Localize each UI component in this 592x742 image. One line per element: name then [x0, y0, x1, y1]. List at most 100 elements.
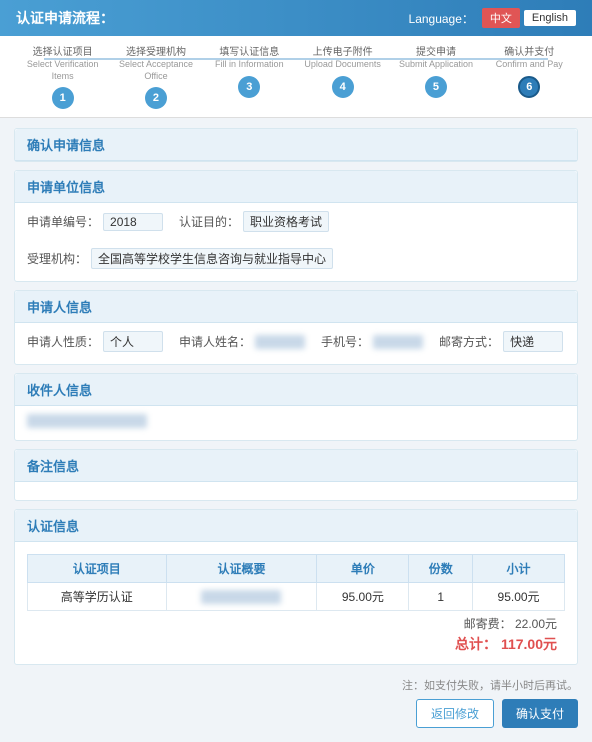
step-5-label: 提交申请 Submit Application — [399, 46, 473, 71]
applicant-body: 申请人性质： 个人 申请人姓名： 手机号： 邮寄方式： 快递 — [15, 323, 577, 364]
cell-summary-0 — [166, 583, 317, 611]
step-1-en: Select Verification Items — [16, 59, 109, 82]
grand-total-row: 总计： 117.00元 — [35, 634, 557, 654]
cert-purpose-value: 职业资格考试 — [243, 211, 329, 232]
step-1-label: 选择认证项目 Select Verification Items — [16, 46, 109, 82]
remarks-header: 备注信息 — [15, 450, 577, 482]
applicant-type-item: 申请人性质： 个人 — [27, 331, 163, 352]
office-label: 受理机构： — [27, 250, 87, 267]
cert-info-section: 认证信息 认证项目 认证概要 单价 份数 小计 高等学历认证 95.00元 — [14, 509, 578, 665]
col-subtotal: 小计 — [473, 555, 565, 583]
applicant-name-item: 申请人姓名： — [179, 331, 305, 352]
confirm-section: 确认申请信息 — [14, 128, 578, 162]
applicant-header: 申请人信息 — [15, 291, 577, 323]
remarks-body — [15, 482, 577, 500]
office-item: 受理机构： 全国高等学校学生信息咨询与就业指导中心 — [27, 248, 333, 269]
order-label: 申请单编号： — [27, 213, 99, 230]
step-6-en: Confirm and Pay — [496, 59, 563, 71]
step-6-circle: 6 — [518, 76, 540, 98]
cell-quantity-0: 1 — [409, 583, 473, 611]
order-value: 2018 — [103, 213, 163, 231]
apply-unit-body: 申请单编号： 2018 认证目的： 职业资格考试 受理机构： 全国高等学校学生信… — [15, 203, 577, 281]
confirm-section-header: 确认申请信息 — [15, 129, 577, 161]
step-5-circle: 5 — [425, 76, 447, 98]
step-2-en: Select Acceptance Office — [109, 59, 202, 82]
language-switcher: Language： 中文 English — [409, 8, 576, 28]
cell-project-0: 高等学历认证 — [28, 583, 167, 611]
step-5: 提交申请 Submit Application 5 — [389, 46, 482, 98]
steps-row: 选择认证项目 Select Verification Items 1 选择受理机… — [16, 46, 576, 109]
language-label: Language： — [409, 10, 474, 27]
applicant-section: 申请人信息 申请人性质： 个人 申请人姓名： 手机号： 邮寄方式： — [14, 290, 578, 365]
lang-zh-button[interactable]: 中文 — [482, 8, 520, 28]
step-3-zh: 填写认证信息 — [215, 46, 284, 59]
cert-purpose-item: 认证目的： 职业资格考试 — [179, 211, 329, 232]
step-4-label: 上传电子附件 Upload Documents — [304, 46, 381, 71]
applicant-address-value: 快递 — [503, 331, 563, 352]
applicant-phone-label: 手机号： — [321, 333, 369, 350]
step-2-circle: 2 — [145, 87, 167, 109]
applicant-address-label: 邮寄方式： — [439, 333, 499, 350]
totals-area: 邮寄费： 22.00元 总计： 117.00元 — [27, 611, 565, 654]
col-unit-price: 单价 — [317, 555, 409, 583]
cert-table: 认证项目 认证概要 单价 份数 小计 高等学历认证 95.00元 1 95.00… — [27, 554, 565, 611]
applicant-phone-value — [373, 335, 423, 349]
office-value: 全国高等学校学生信息咨询与就业指导中心 — [91, 248, 333, 269]
applicant-type-value: 个人 — [103, 331, 163, 352]
step-3: 填写认证信息 Fill in Information 3 — [203, 46, 296, 98]
total-value: 117.00元 — [501, 636, 557, 652]
table-row: 高等学历认证 95.00元 1 95.00元 — [28, 583, 565, 611]
remarks-section: 备注信息 — [14, 449, 578, 501]
applicant-name-label: 申请人姓名： — [179, 333, 251, 350]
applicant-row1: 申请人性质： 个人 申请人姓名： 手机号： 邮寄方式： 快递 — [27, 331, 565, 352]
postage-row: 邮寄费： 22.00元 — [35, 615, 557, 632]
step-1-zh: 选择认证项目 — [16, 46, 109, 59]
applicant-type-label: 申请人性质： — [27, 333, 99, 350]
step-2-label: 选择受理机构 Select Acceptance Office — [109, 46, 202, 82]
step-5-zh: 提交申请 — [399, 46, 473, 59]
postage-value: 22.00元 — [515, 617, 557, 631]
apply-unit-row1: 申请单编号： 2018 认证目的： 职业资格考试 受理机构： 全国高等学校学生信… — [27, 211, 565, 269]
recipient-header: 收件人信息 — [15, 374, 577, 406]
cert-purpose-label: 认证目的： — [179, 213, 239, 230]
cert-info-header: 认证信息 — [15, 510, 577, 542]
apply-unit-section: 申请单位信息 申请单编号： 2018 认证目的： 职业资格考试 受理机构： 全国… — [14, 170, 578, 282]
step-4-circle: 4 — [332, 76, 354, 98]
confirm-pay-button[interactable]: 确认支付 — [502, 699, 578, 728]
step-6-label: 确认并支付 Confirm and Pay — [496, 46, 563, 71]
button-row: 返回修改 确认支付 — [14, 699, 578, 732]
step-1: 选择认证项目 Select Verification Items 1 — [16, 46, 109, 109]
total-label: 总计： — [455, 636, 497, 652]
applicant-address-item: 邮寄方式： 快递 — [439, 331, 563, 352]
col-quantity: 份数 — [409, 555, 473, 583]
step-3-en: Fill in Information — [215, 59, 284, 71]
step-1-circle: 1 — [52, 87, 74, 109]
back-button[interactable]: 返回修改 — [416, 699, 494, 728]
recipient-section: 收件人信息 — [14, 373, 578, 441]
applicant-name-value — [255, 335, 305, 349]
step-3-circle: 3 — [238, 76, 260, 98]
cell-subtotal-0: 95.00元 — [473, 583, 565, 611]
step-3-label: 填写认证信息 Fill in Information — [215, 46, 284, 71]
postage-label: 邮寄费： — [464, 617, 512, 631]
lang-en-button[interactable]: English — [524, 10, 576, 26]
steps-container: 选择认证项目 Select Verification Items 1 选择受理机… — [0, 36, 592, 118]
step-4-zh: 上传电子附件 — [304, 46, 381, 59]
step-4: 上传电子附件 Upload Documents 4 — [296, 46, 389, 98]
top-bar: 认证申请流程： Language： 中文 English — [0, 0, 592, 36]
notice-text: 注：如支付失败，请半小时后再试。 — [14, 673, 578, 699]
apply-unit-header: 申请单位信息 — [15, 171, 577, 203]
applicant-phone-item: 手机号： — [321, 331, 423, 352]
step-4-en: Upload Documents — [304, 59, 381, 71]
col-summary: 认证概要 — [166, 555, 317, 583]
step-6: 确认并支付 Confirm and Pay 6 — [483, 46, 576, 98]
table-header-row: 认证项目 认证概要 单价 份数 小计 — [28, 555, 565, 583]
page-title: 认证申请流程： — [16, 8, 114, 28]
recipient-row — [27, 414, 565, 428]
recipient-value — [27, 414, 147, 428]
cell-unit-price-0: 95.00元 — [317, 583, 409, 611]
step-2-zh: 选择受理机构 — [109, 46, 202, 59]
main-content: 确认申请信息 申请单位信息 申请单编号： 2018 认证目的： 职业资格考试 受… — [0, 118, 592, 742]
cert-info-body: 认证项目 认证概要 单价 份数 小计 高等学历认证 95.00元 1 95.00… — [15, 542, 577, 664]
recipient-body — [15, 406, 577, 440]
